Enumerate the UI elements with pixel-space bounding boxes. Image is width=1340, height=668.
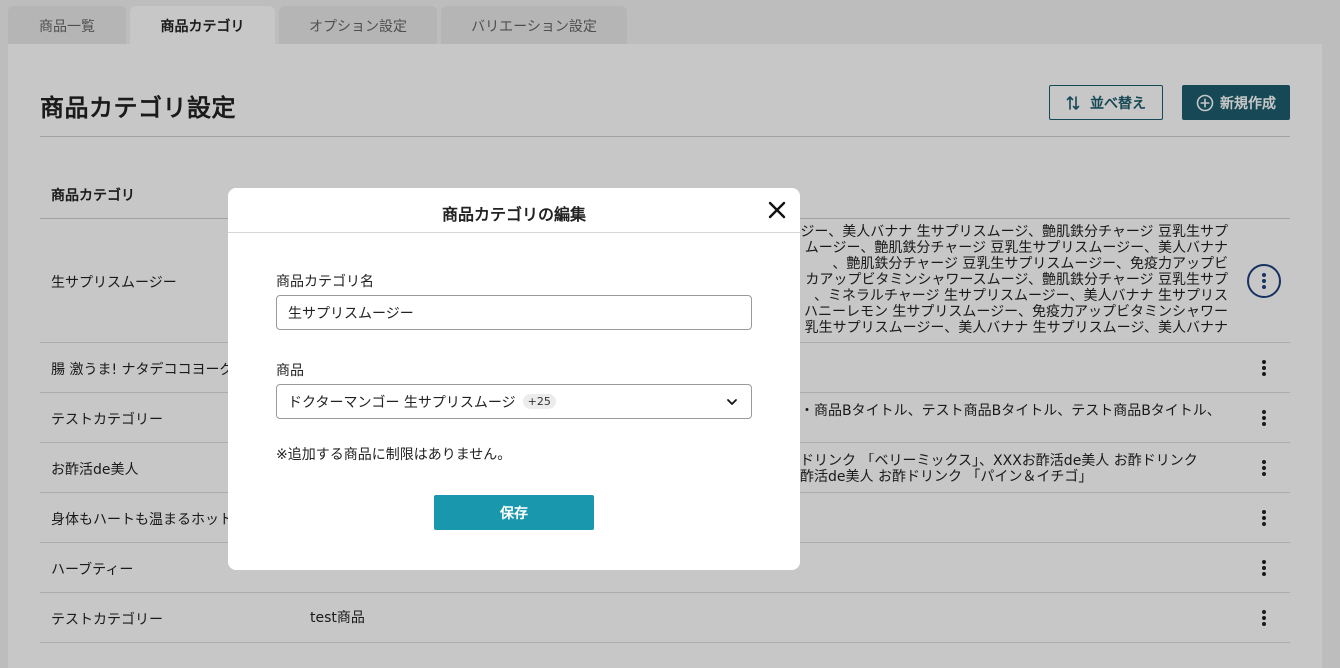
product-label: 商品 <box>276 363 304 379</box>
edit-category-dialog: 商品カテゴリの編集 商品カテゴリ名 生サプリスムージー 商品 ドクターマンゴー … <box>228 188 800 570</box>
product-selected-value: ドクターマンゴー 生サプリスムージ <box>288 394 516 411</box>
dialog-divider <box>228 232 800 233</box>
category-name-value: 生サプリスムージー <box>288 305 414 322</box>
product-select[interactable]: ドクターマンゴー 生サプリスムージ +25 <box>276 384 752 419</box>
dialog-title: 商品カテゴリの編集 <box>441 205 586 224</box>
close-button[interactable] <box>766 199 788 221</box>
close-icon <box>768 201 786 219</box>
category-name-label: 商品カテゴリ名 <box>276 274 374 290</box>
save-button[interactable]: 保存 <box>434 495 594 530</box>
category-name-input[interactable]: 生サプリスムージー <box>276 295 752 330</box>
product-limit-note: ※追加する商品に制限はありません。 <box>276 447 512 463</box>
chevron-down-icon <box>727 399 737 405</box>
more-count-badge: +25 <box>522 394 556 409</box>
